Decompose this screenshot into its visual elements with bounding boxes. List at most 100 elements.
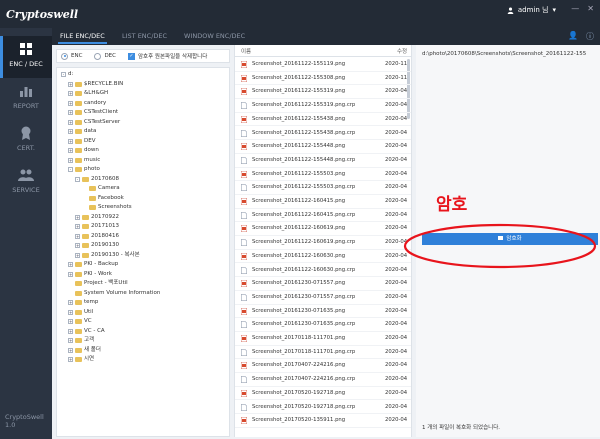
dec-radio[interactable]: DEC xyxy=(94,52,116,60)
file-row[interactable]: Screenshot_20170407-224216.png 2020-04 xyxy=(235,359,411,374)
file-row[interactable]: Screenshot_20161122-160619.png 2020-04 xyxy=(235,222,411,237)
tree-node[interactable]: + &LH&GH xyxy=(68,89,108,98)
expand-icon[interactable]: + xyxy=(68,319,73,324)
tree-node[interactable]: Camera xyxy=(82,184,120,193)
expand-icon[interactable]: + xyxy=(68,148,73,153)
tree-node[interactable]: + PKI - Backup xyxy=(68,260,118,269)
file-row[interactable]: Screenshot_20170118-111701.png.crp 2020-0… xyxy=(235,346,411,360)
file-row[interactable]: Screenshot_20161122-160415.png.crp 2020-0… xyxy=(235,209,411,223)
collapse-icon[interactable]: - xyxy=(61,72,66,77)
tab-window-enc-dec[interactable]: WINDOW ENC/DEC xyxy=(184,32,245,40)
tree-node[interactable]: + 고객 xyxy=(68,336,94,345)
tree-node[interactable]: + down xyxy=(68,146,99,155)
expand-icon[interactable]: + xyxy=(68,119,73,125)
tree-node[interactable]: - photo xyxy=(68,165,100,174)
column-name-header[interactable]: 이름 xyxy=(241,47,251,55)
tree-node[interactable]: + music xyxy=(68,156,100,165)
file-row[interactable]: Screenshot_20170520-192718.png 2020-04 xyxy=(235,387,411,401)
tree-node[interactable]: + candory xyxy=(68,99,106,108)
file-row[interactable]: Screenshot_20161122-155448.png.crp 2020-0… xyxy=(235,154,411,168)
file-row[interactable]: Screenshot_20161122-155503.png 2020-04 xyxy=(235,168,411,182)
info-icon[interactable]: ⓘ xyxy=(586,31,594,42)
tree-node[interactable]: + DEV xyxy=(68,137,95,146)
nav-cert[interactable]: CERT. xyxy=(0,120,52,162)
tree-node[interactable]: + temp xyxy=(68,298,98,307)
tree-node[interactable]: + PKI - Work xyxy=(68,270,112,279)
close-icon[interactable]: ✕ xyxy=(587,4,594,13)
expand-icon[interactable]: + xyxy=(68,81,73,87)
expand-icon[interactable]: + xyxy=(68,138,73,144)
expand-icon[interactable]: + xyxy=(68,271,73,277)
file-row[interactable]: Screenshot_20170520-135911.png 2020-04 xyxy=(235,414,411,428)
column-date-header[interactable]: 수정 xyxy=(397,47,407,55)
expand-icon[interactable]: + xyxy=(68,129,73,134)
minimize-icon[interactable]: — xyxy=(571,4,579,13)
file-row[interactable]: Screenshot_20161122-160630.png.crp 2020-0… xyxy=(235,264,411,278)
tree-node[interactable]: +20180416 xyxy=(75,232,119,241)
enc-radio[interactable]: ENC xyxy=(61,52,82,60)
expand-icon[interactable]: + xyxy=(75,252,80,258)
expand-icon[interactable]: + xyxy=(68,347,73,353)
tree-node[interactable]: Screenshots xyxy=(82,203,132,212)
expand-icon[interactable]: + xyxy=(68,91,73,96)
file-row[interactable]: Screenshot_20161122-155503.png.crp 2020-0… xyxy=(235,181,411,195)
file-row[interactable]: Screenshot_20161122-155308.png 2020-11 xyxy=(235,72,411,86)
tree-node[interactable]: +20170922 xyxy=(75,213,119,222)
file-row[interactable]: Screenshot_20161230-071557.png 2020-04 xyxy=(235,277,411,291)
collapse-icon[interactable]: - xyxy=(75,176,80,182)
expand-icon[interactable]: + xyxy=(75,214,80,220)
tree-node[interactable]: + data xyxy=(68,127,96,136)
file-row[interactable]: Screenshot_20161122-155319.png 2020-04 xyxy=(235,85,411,100)
tree-node[interactable]: - 20170608 xyxy=(75,175,119,184)
tree-node[interactable]: Project - 백포Util xyxy=(68,279,128,288)
tree-node[interactable]: +20190130 - 복사본 xyxy=(75,251,140,260)
expand-icon[interactable]: + xyxy=(68,338,73,343)
tree-node[interactable]: - d: xyxy=(61,70,73,79)
file-row[interactable]: Screenshot_20170520-192718.png.crp 2020-0… xyxy=(235,401,411,415)
file-row[interactable]: Screenshot_20170118-111701.png 2020-04 xyxy=(235,332,411,346)
file-row[interactable]: Screenshot_20161122-160415.png 2020-04 xyxy=(235,195,411,209)
tree-node[interactable]: + VC - CA xyxy=(68,327,105,336)
user-menu[interactable]: admin 님 ▾ xyxy=(507,5,556,15)
delete-original-checkbox[interactable]: ✓ 암호후 원본파일을 삭제합니다 xyxy=(128,52,207,60)
tree-node[interactable]: + $RECYCLE.BIN xyxy=(68,80,123,89)
file-row[interactable]: Screenshot_20161122-155438.png.crp 2020-0… xyxy=(235,127,411,141)
file-row[interactable]: Screenshot_20161122-160630.png 2020-04 xyxy=(235,250,411,264)
expand-icon[interactable]: + xyxy=(68,357,73,362)
expand-icon[interactable]: + xyxy=(68,262,73,267)
tree-node[interactable]: System Volume Information xyxy=(68,289,160,298)
tree-node[interactable]: + CSTestClient xyxy=(68,108,118,117)
file-row[interactable]: Screenshot_20161122-155119.png 2020-11 xyxy=(235,58,411,72)
expand-icon[interactable]: + xyxy=(68,110,73,115)
file-row[interactable]: Screenshot_20161230-071635.png.crp 2020-0… xyxy=(235,318,411,332)
expand-icon[interactable]: + xyxy=(68,300,73,305)
tree-node[interactable]: + VC xyxy=(68,317,92,326)
tree-node[interactable]: +20190130 xyxy=(75,241,119,250)
tree-node[interactable]: +20171013 xyxy=(75,222,119,231)
expand-icon[interactable]: + xyxy=(68,100,73,106)
expand-icon[interactable]: + xyxy=(75,233,80,239)
account-icon[interactable]: 👤 xyxy=(568,31,578,42)
tab-list-enc-dec[interactable]: LIST ENC/DEC xyxy=(122,32,167,40)
nav-service[interactable]: SERVICE xyxy=(0,162,52,204)
tree-node[interactable]: + 새 폴더 xyxy=(68,346,101,355)
collapse-icon[interactable]: - xyxy=(68,167,73,172)
tree-node[interactable]: Facebook xyxy=(82,194,124,203)
file-row[interactable]: Screenshot_20161122-160619.png.crp 2020-0… xyxy=(235,236,411,250)
file-row[interactable]: Screenshot_20161122-155438.png 2020-04 xyxy=(235,113,411,127)
nav-enc-dec[interactable]: ENC / DEC xyxy=(0,36,52,78)
tree-node[interactable]: + Util xyxy=(68,308,93,317)
file-row[interactable]: Screenshot_20161122-155319.png.crp 2020-0… xyxy=(235,99,411,113)
expand-icon[interactable]: + xyxy=(75,224,80,229)
expand-icon[interactable]: + xyxy=(75,243,80,248)
file-row[interactable]: Screenshot_20161122-155448.png 2020-04 xyxy=(235,140,411,154)
expand-icon[interactable]: + xyxy=(68,157,73,163)
expand-icon[interactable]: + xyxy=(68,309,73,315)
file-row[interactable]: Screenshot_20161230-071557.png.crp 2020-0… xyxy=(235,291,411,305)
file-row[interactable]: Screenshot_20170407-224216.png.crp 2020-0… xyxy=(235,373,411,387)
tab-file-enc-dec[interactable]: FILE ENC/DEC xyxy=(58,32,107,44)
nav-report[interactable]: REPORT xyxy=(0,78,52,120)
tree-node[interactable]: + 시연 xyxy=(68,355,94,364)
file-row[interactable]: Screenshot_20161230-071635.png 2020-04 xyxy=(235,305,411,319)
expand-icon[interactable]: + xyxy=(68,328,73,334)
